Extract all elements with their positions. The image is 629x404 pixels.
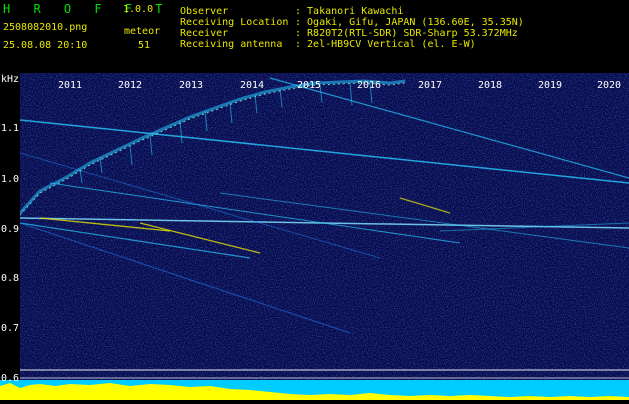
y-tick-label: 0.7 xyxy=(1,323,20,334)
y-tick-label: 1.1 xyxy=(1,123,20,134)
meteor-label: meteor xyxy=(124,26,161,37)
y-axis-unit: kHz xyxy=(1,74,20,85)
y-tick-label: 1.0 xyxy=(1,174,20,185)
x-year-label: 2019 xyxy=(538,80,563,91)
activity-strip xyxy=(0,380,629,400)
y-tick-label: 0.9 xyxy=(1,224,20,235)
x-year-label: 2011 xyxy=(58,80,83,91)
x-year-label: 2015 xyxy=(297,80,322,91)
x-year-label: 2012 xyxy=(118,80,143,91)
x-year-label: 2016 xyxy=(357,80,382,91)
y-tick-label: 0.8 xyxy=(1,273,20,284)
x-year-label: 2014 xyxy=(240,80,265,91)
meteor-count: 51 xyxy=(138,40,151,51)
datetime-label: 25.08.08 20:10 xyxy=(3,40,88,51)
header-panel: H R O F F T 1.0.0 2508082010.png meteor … xyxy=(0,0,629,73)
x-year-label: 2018 xyxy=(478,80,503,91)
antenna-value: : 2el-HB9CV Vertical (el. E-W) xyxy=(295,39,476,50)
x-year-label: 2013 xyxy=(179,80,204,91)
version-label: 1.0.0 xyxy=(123,4,154,15)
filename-label: 2508082010.png xyxy=(3,22,88,33)
spectrogram-plot xyxy=(20,73,629,400)
activity-strip-canvas xyxy=(0,380,629,400)
y-tick-label: 0.6 xyxy=(1,373,20,384)
x-year-label: 2020 xyxy=(597,80,622,91)
x-year-label: 2017 xyxy=(418,80,443,91)
spectrogram-canvas xyxy=(20,73,629,400)
antenna-label: Receiving antenna xyxy=(180,39,283,50)
